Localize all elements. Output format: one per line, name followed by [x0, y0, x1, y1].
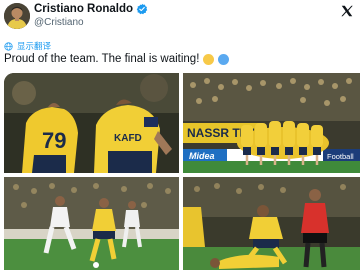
ad-board-football: Football	[327, 152, 354, 161]
author-name-row: Cristiano Ronaldo	[34, 3, 148, 15]
yellow-heart-icon	[203, 53, 215, 65]
blue-heart-icon	[218, 53, 230, 65]
tweet-text: Proud of the team. The final is waiting!	[4, 53, 230, 65]
photo-referee-players[interactable]	[183, 177, 360, 270]
verified-badge-icon	[136, 3, 148, 15]
photo-team-huddle[interactable]: NASSR TICKET Midea Football	[183, 73, 360, 173]
show-translation-label: 显示翻译	[17, 41, 52, 51]
author-avatar[interactable]	[4, 3, 30, 29]
tweet-header: Cristiano Ronaldo @Cristiano	[0, 0, 360, 36]
author-handle[interactable]: @Cristiano	[34, 17, 84, 28]
photo-match-action[interactable]	[4, 177, 179, 270]
media-grid: 79 KAFD NASSR TICKET Midea Football	[4, 73, 360, 270]
globe-icon	[4, 41, 13, 51]
photo-players-celebrating[interactable]: 79 KAFD	[4, 73, 179, 173]
author-name[interactable]: Cristiano Ronaldo	[34, 3, 133, 15]
jersey-number: 79	[42, 128, 66, 153]
jersey-sponsor: KAFD	[114, 133, 142, 144]
show-translation-link[interactable]: 显示翻译	[4, 40, 51, 52]
ad-board-midea: Midea	[189, 151, 215, 161]
tweet-body: Proud of the team. The final is waiting!	[4, 53, 200, 65]
x-logo-icon[interactable]	[340, 4, 354, 23]
